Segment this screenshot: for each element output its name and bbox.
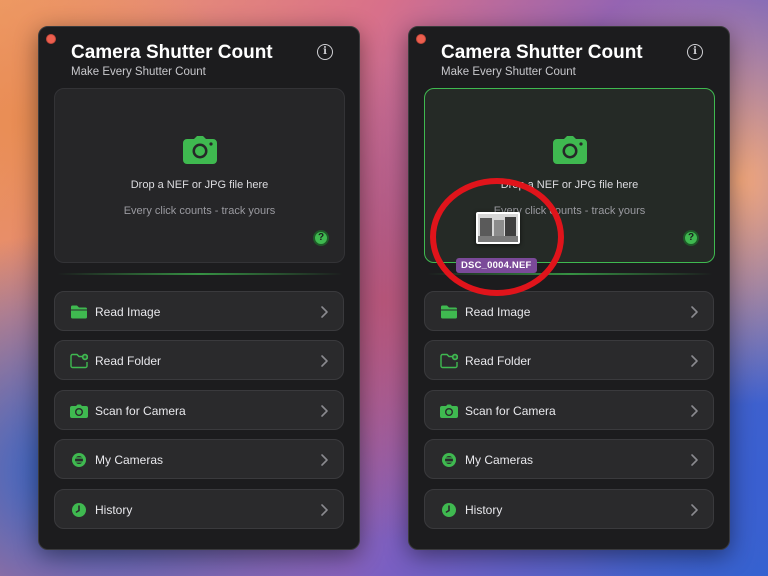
chevron-right-icon bbox=[319, 404, 329, 418]
scan-for-camera-button[interactable]: Scan for Camera bbox=[54, 390, 344, 430]
chevron-right-icon bbox=[689, 453, 699, 467]
clock-icon bbox=[70, 502, 88, 518]
info-icon[interactable]: i bbox=[317, 44, 333, 60]
scan-for-camera-button[interactable]: Scan for Camera bbox=[424, 390, 714, 430]
read-folder-button[interactable]: Read Folder bbox=[424, 340, 714, 380]
history-button[interactable]: History bbox=[54, 489, 344, 529]
menu-item-label: Read Folder bbox=[95, 354, 162, 368]
menu-item-label: Read Image bbox=[95, 305, 161, 319]
camera-icon bbox=[183, 136, 217, 164]
app-title: Camera Shutter Count bbox=[441, 42, 643, 63]
my-cameras-button[interactable]: My Cameras bbox=[424, 439, 714, 479]
info-icon[interactable]: i bbox=[687, 44, 703, 60]
menu-item-label: History bbox=[465, 503, 503, 517]
folder-icon bbox=[70, 304, 88, 320]
folder-add-icon bbox=[70, 353, 88, 369]
menu-item-label: Read Image bbox=[465, 305, 531, 319]
my-cameras-button[interactable]: My Cameras bbox=[54, 439, 344, 479]
file-drop-zone[interactable]: Drop a NEF or JPG file here Every click … bbox=[54, 88, 345, 263]
chevron-right-icon bbox=[689, 503, 699, 517]
camera-icon bbox=[553, 136, 587, 164]
menu-item-label: Scan for Camera bbox=[95, 404, 186, 418]
divider bbox=[57, 273, 343, 275]
folder-icon bbox=[440, 304, 458, 320]
menu-item-label: Read Folder bbox=[465, 354, 532, 368]
camera-lens-icon bbox=[440, 452, 458, 468]
app-subtitle: Make Every Shutter Count bbox=[71, 66, 206, 78]
chevron-right-icon bbox=[689, 404, 699, 418]
app-title: Camera Shutter Count bbox=[71, 42, 273, 63]
clock-icon bbox=[440, 502, 458, 518]
menu-item-label: Scan for Camera bbox=[465, 404, 556, 418]
chevron-right-icon bbox=[319, 305, 329, 319]
chevron-right-icon bbox=[689, 354, 699, 368]
help-icon[interactable]: ? bbox=[683, 230, 699, 246]
chevron-right-icon bbox=[319, 354, 329, 368]
read-folder-button[interactable]: Read Folder bbox=[54, 340, 344, 380]
camera-lens-icon bbox=[70, 452, 88, 468]
camera-icon bbox=[70, 403, 88, 419]
drop-zone-hint: Every click counts - track yours bbox=[123, 205, 276, 217]
close-window-button[interactable] bbox=[416, 34, 426, 44]
app-window-right: Camera Shutter Count Make Every Shutter … bbox=[408, 26, 730, 550]
history-button[interactable]: History bbox=[424, 489, 714, 529]
camera-icon bbox=[440, 403, 458, 419]
read-image-button[interactable]: Read Image bbox=[424, 291, 714, 331]
read-image-button[interactable]: Read Image bbox=[54, 291, 344, 331]
app-window-left: Camera Shutter Count Make Every Shutter … bbox=[38, 26, 360, 550]
highlight-circle bbox=[430, 178, 564, 296]
close-window-button[interactable] bbox=[46, 34, 56, 44]
menu-item-label: History bbox=[95, 503, 133, 517]
chevron-right-icon bbox=[689, 305, 699, 319]
folder-add-icon bbox=[440, 353, 458, 369]
menu-item-label: My Cameras bbox=[95, 453, 164, 467]
help-icon[interactable]: ? bbox=[313, 230, 329, 246]
drop-zone-prompt: Drop a NEF or JPG file here bbox=[130, 179, 269, 191]
chevron-right-icon bbox=[319, 453, 329, 467]
menu-item-label: My Cameras bbox=[465, 453, 534, 467]
chevron-right-icon bbox=[319, 503, 329, 517]
app-subtitle: Make Every Shutter Count bbox=[441, 66, 576, 78]
